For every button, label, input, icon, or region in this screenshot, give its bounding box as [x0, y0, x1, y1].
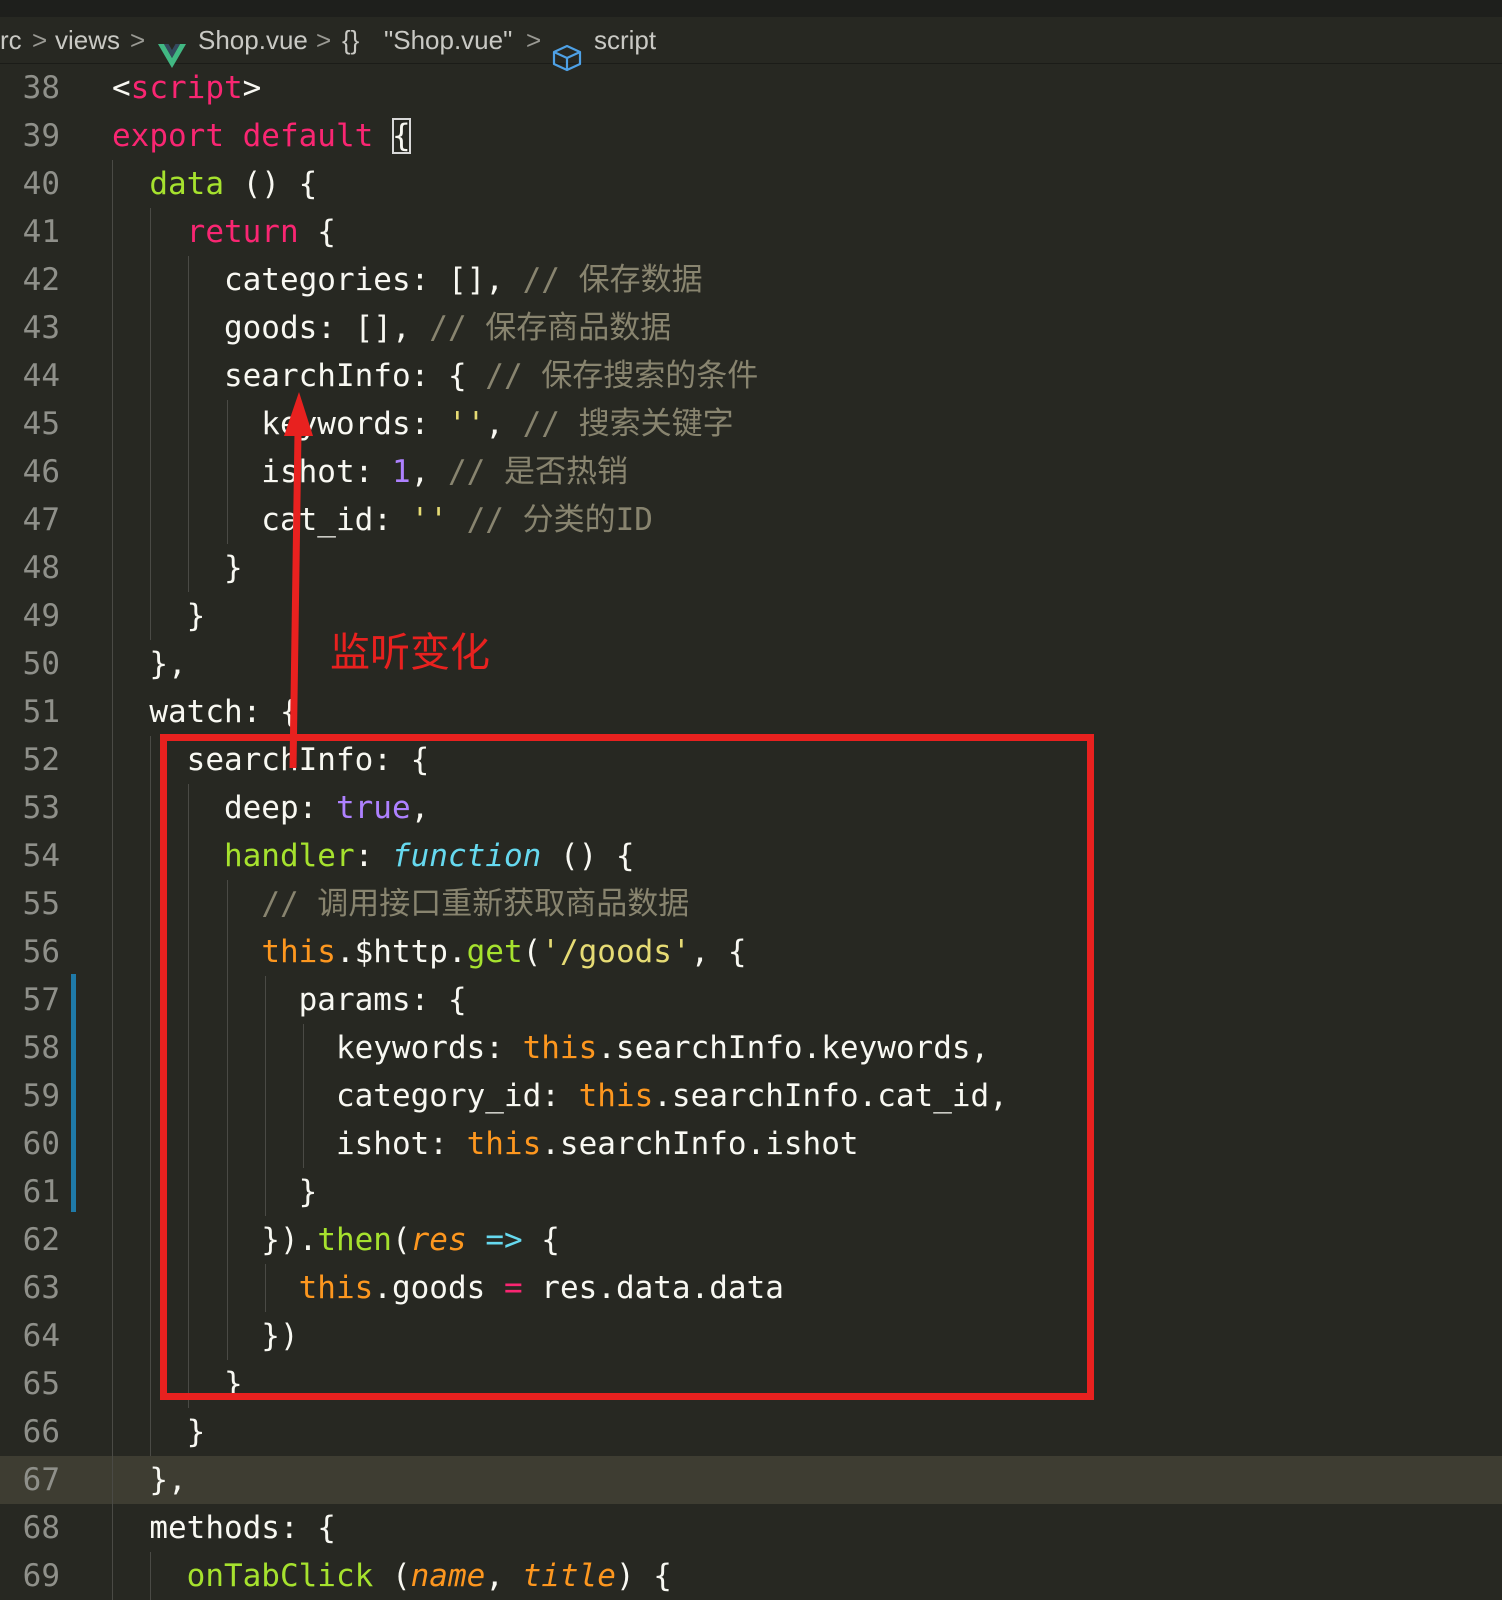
annotation-arrow-icon [284, 392, 313, 769]
annotation-label: 监听变化 [330, 630, 490, 676]
